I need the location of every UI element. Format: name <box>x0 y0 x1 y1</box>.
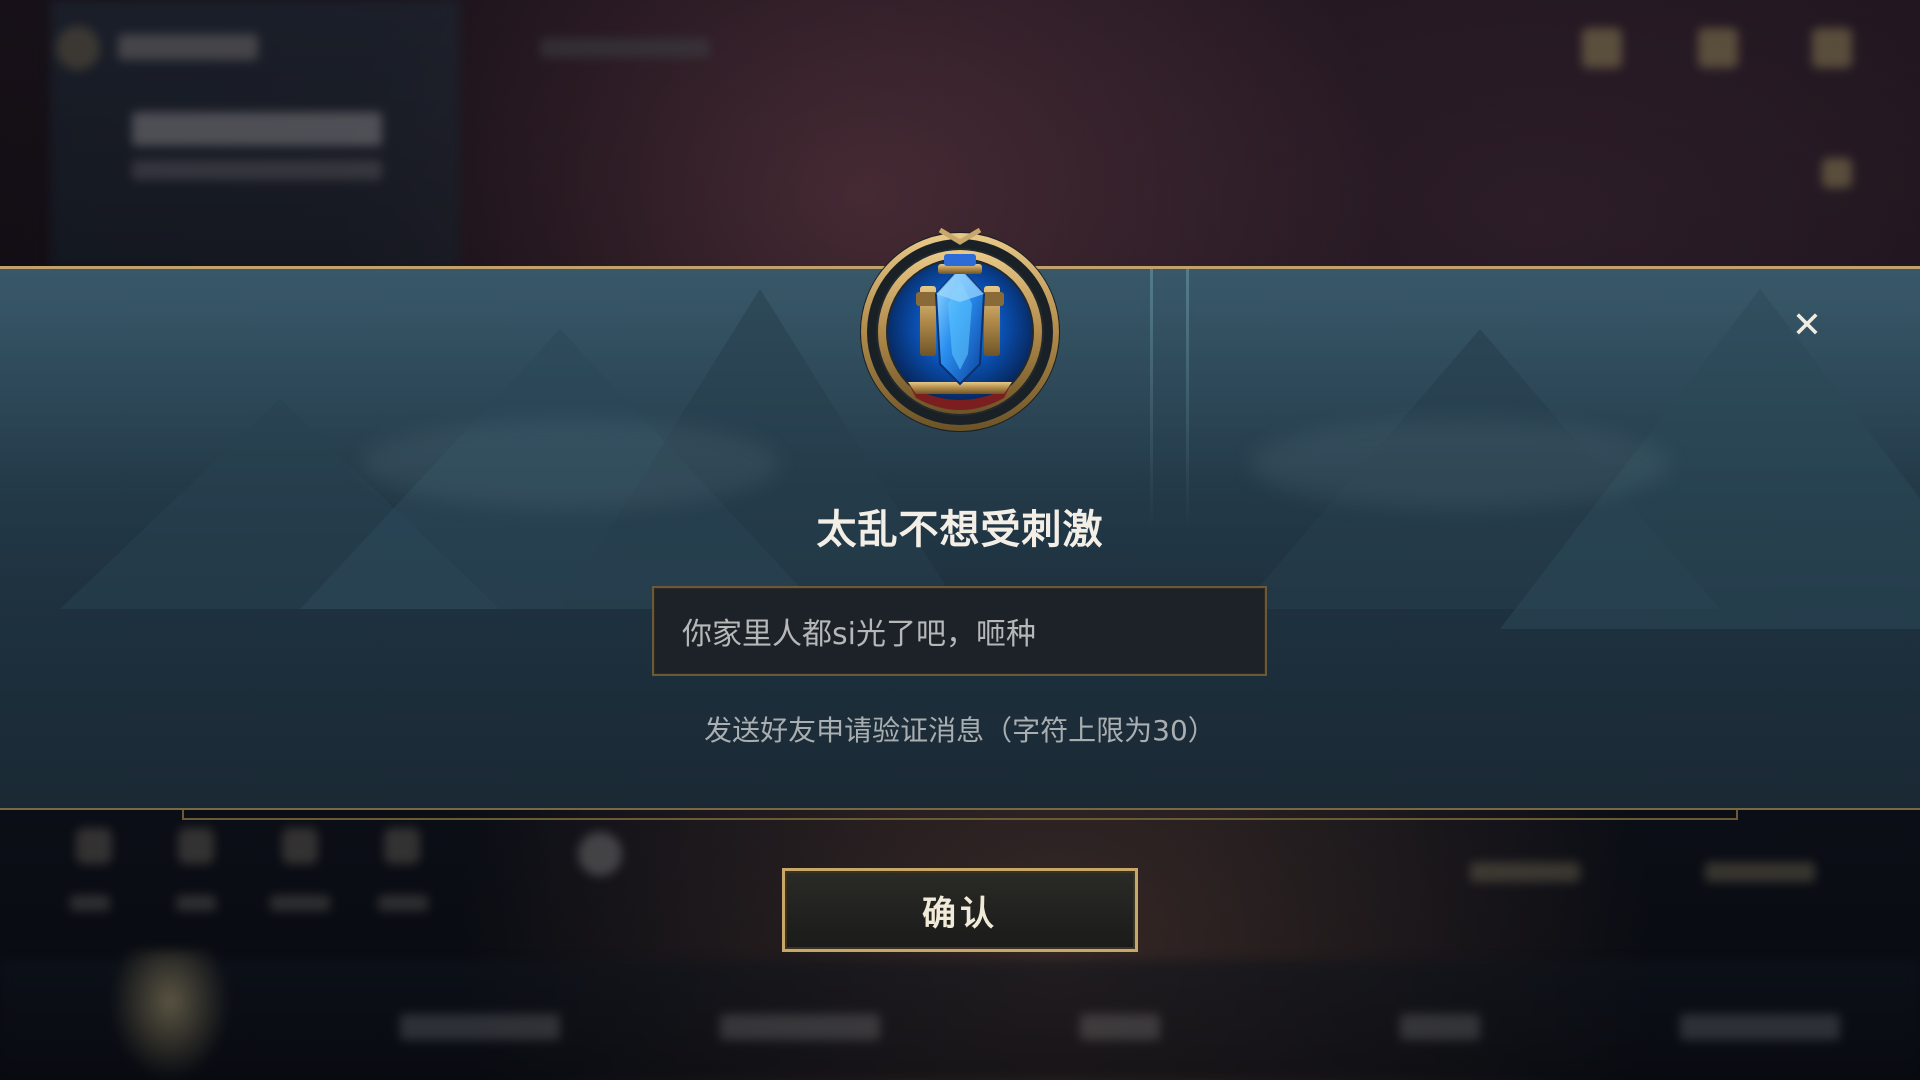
verification-message-input[interactable] <box>652 586 1267 676</box>
background-bar <box>176 895 216 911</box>
background-bar <box>400 1014 560 1040</box>
background-nav-icon <box>578 832 622 876</box>
background-bar <box>118 34 258 60</box>
background-icon <box>1812 28 1852 68</box>
mist <box>360 419 780 509</box>
background-glow <box>110 950 230 1080</box>
light-shaft <box>1186 269 1189 529</box>
confirm-button[interactable]: 确认 <box>782 868 1138 952</box>
mist <box>1250 419 1670 509</box>
crystal-emblem-icon <box>858 224 1062 434</box>
background-bar <box>1705 862 1815 882</box>
background-icon <box>1822 158 1852 188</box>
background-icon <box>1698 28 1738 68</box>
background-bar <box>720 1014 880 1040</box>
background-icon <box>1582 28 1622 68</box>
dialog-bottom-trim <box>182 810 1738 820</box>
background-bar <box>1400 1014 1480 1040</box>
background-bar <box>378 895 428 911</box>
close-button[interactable]: ✕ <box>1790 308 1824 344</box>
background-nav-icon <box>282 828 318 864</box>
background-bottom-nav <box>0 960 1920 1080</box>
game-screen: 3728823 ✕ 太乱不想受刺激 发送好友申请验证消息（字符上限为30） <box>0 0 1920 1080</box>
close-icon: ✕ <box>1791 305 1823 346</box>
background-bar <box>132 112 382 146</box>
background-bar <box>70 895 110 911</box>
background-bar <box>1080 1014 1160 1040</box>
background-nav-icon <box>76 828 112 864</box>
background-logo <box>56 26 100 70</box>
background-nav-icon <box>178 828 214 864</box>
background-bar <box>1680 1014 1840 1040</box>
input-hint-text: 发送好友申请验证消息（字符上限为30） <box>704 714 1216 747</box>
background-nav-icon <box>384 828 420 864</box>
background-bar <box>540 38 710 58</box>
background-bar <box>270 895 330 911</box>
background-bar <box>1470 862 1580 882</box>
background-bar <box>132 160 382 180</box>
player-name-title: 太乱不想受刺激 <box>816 507 1104 553</box>
light-shaft <box>1150 269 1153 529</box>
